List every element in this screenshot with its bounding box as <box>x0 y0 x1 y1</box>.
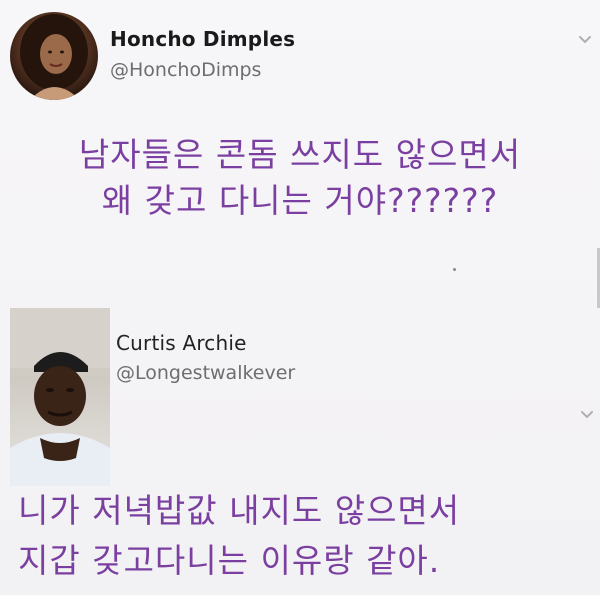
tweet-text: 니가 저녁밥값 내지도 않으면서 지갑 갖고다니는 이유랑 같아. <box>18 486 588 586</box>
chevron-down-icon[interactable] <box>580 410 594 420</box>
author-handle[interactable]: @Longestwalkever <box>116 362 295 384</box>
tweet-text-line: 지갑 갖고다니는 이유랑 같아. <box>18 541 441 580</box>
tweet-text-line: 왜 갖고 다니는 거야?????? <box>101 181 499 220</box>
screenshot-page: Honcho Dimples @HonchoDimps 남자들은 콘돔 쓰지도 … <box>0 0 600 595</box>
avatar[interactable] <box>10 308 110 486</box>
author-handle[interactable]: @HonchoDimps <box>110 59 261 81</box>
avatar[interactable] <box>10 12 98 100</box>
author-name[interactable]: Curtis Archie <box>116 331 247 355</box>
chevron-down-icon[interactable] <box>578 35 592 45</box>
tweet-card: Curtis Archie @Longestwalkever 니가 저녁밥값 내… <box>0 300 600 595</box>
tweet-card: Honcho Dimples @HonchoDimps 남자들은 콘돔 쓰지도 … <box>0 0 600 300</box>
noise-dot <box>453 268 456 271</box>
tweet-text-line: 남자들은 콘돔 쓰지도 않으면서 <box>78 135 522 174</box>
tweet-text: 남자들은 콘돔 쓰지도 않으면서 왜 갖고 다니는 거야?????? <box>0 132 600 224</box>
author-name[interactable]: Honcho Dimples <box>110 27 295 51</box>
tweet-text-line: 니가 저녁밥값 내지도 않으면서 <box>18 491 461 530</box>
